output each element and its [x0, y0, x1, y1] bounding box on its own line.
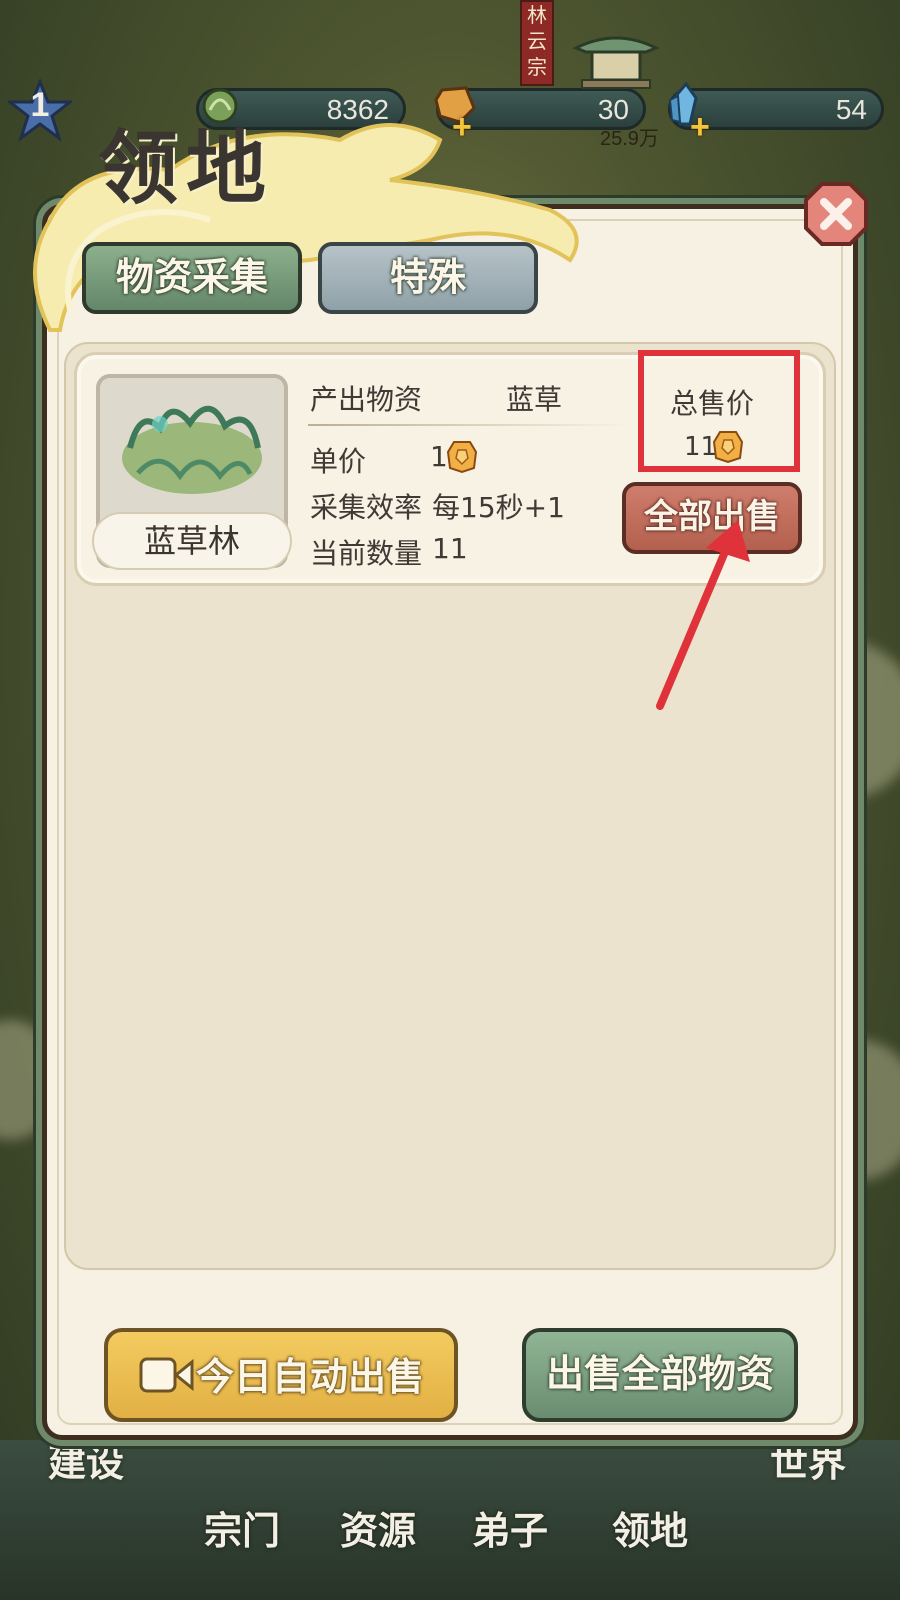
herb-bush-icon: [122, 405, 262, 494]
dialog-title: 领地: [98, 122, 274, 215]
nav-build[interactable]: 建设: [48, 1432, 124, 1487]
efficiency-label: 采集效率: [310, 491, 423, 524]
quantity-value: 11: [432, 532, 468, 565]
video-ad-icon: [139, 1357, 194, 1393]
quantity-label: 当前数量: [310, 537, 423, 570]
crystal-resource-value: 54: [835, 94, 867, 125]
unit-price-label: 单价: [310, 445, 367, 478]
tab-material-collection[interactable]: 物资采集: [82, 242, 302, 314]
resource-name: 蓝草林: [92, 512, 292, 570]
nav-disciples[interactable]: 弟子: [472, 1500, 548, 1555]
coin-icon: [446, 441, 478, 474]
total-price-highlight: [638, 350, 800, 472]
output-value: 蓝草: [506, 383, 563, 416]
nav-sect[interactable]: 宗门: [204, 1500, 280, 1555]
info-divider: [308, 424, 628, 426]
close-icon[interactable]: [802, 180, 870, 248]
crystal-add-icon[interactable]: +: [690, 108, 710, 147]
sect-name-banner: 林云宗: [520, 0, 554, 86]
tab-special[interactable]: 特殊: [318, 242, 538, 314]
efficiency-value: 每15秒+1: [432, 491, 565, 524]
sell-all-resources-button[interactable]: 出售全部物资: [522, 1328, 798, 1422]
pointer-arrow: [656, 520, 750, 710]
output-label: 产出物资: [310, 383, 423, 416]
nav-territory[interactable]: 领地: [612, 1500, 688, 1555]
nav-world[interactable]: 世界: [770, 1432, 846, 1487]
auto-sell-label: 今日自动出售: [196, 1355, 425, 1399]
nav-resources[interactable]: 资源: [340, 1500, 416, 1555]
pavilion-icon: [572, 36, 660, 89]
bottom-navigation: [0, 1440, 900, 1600]
